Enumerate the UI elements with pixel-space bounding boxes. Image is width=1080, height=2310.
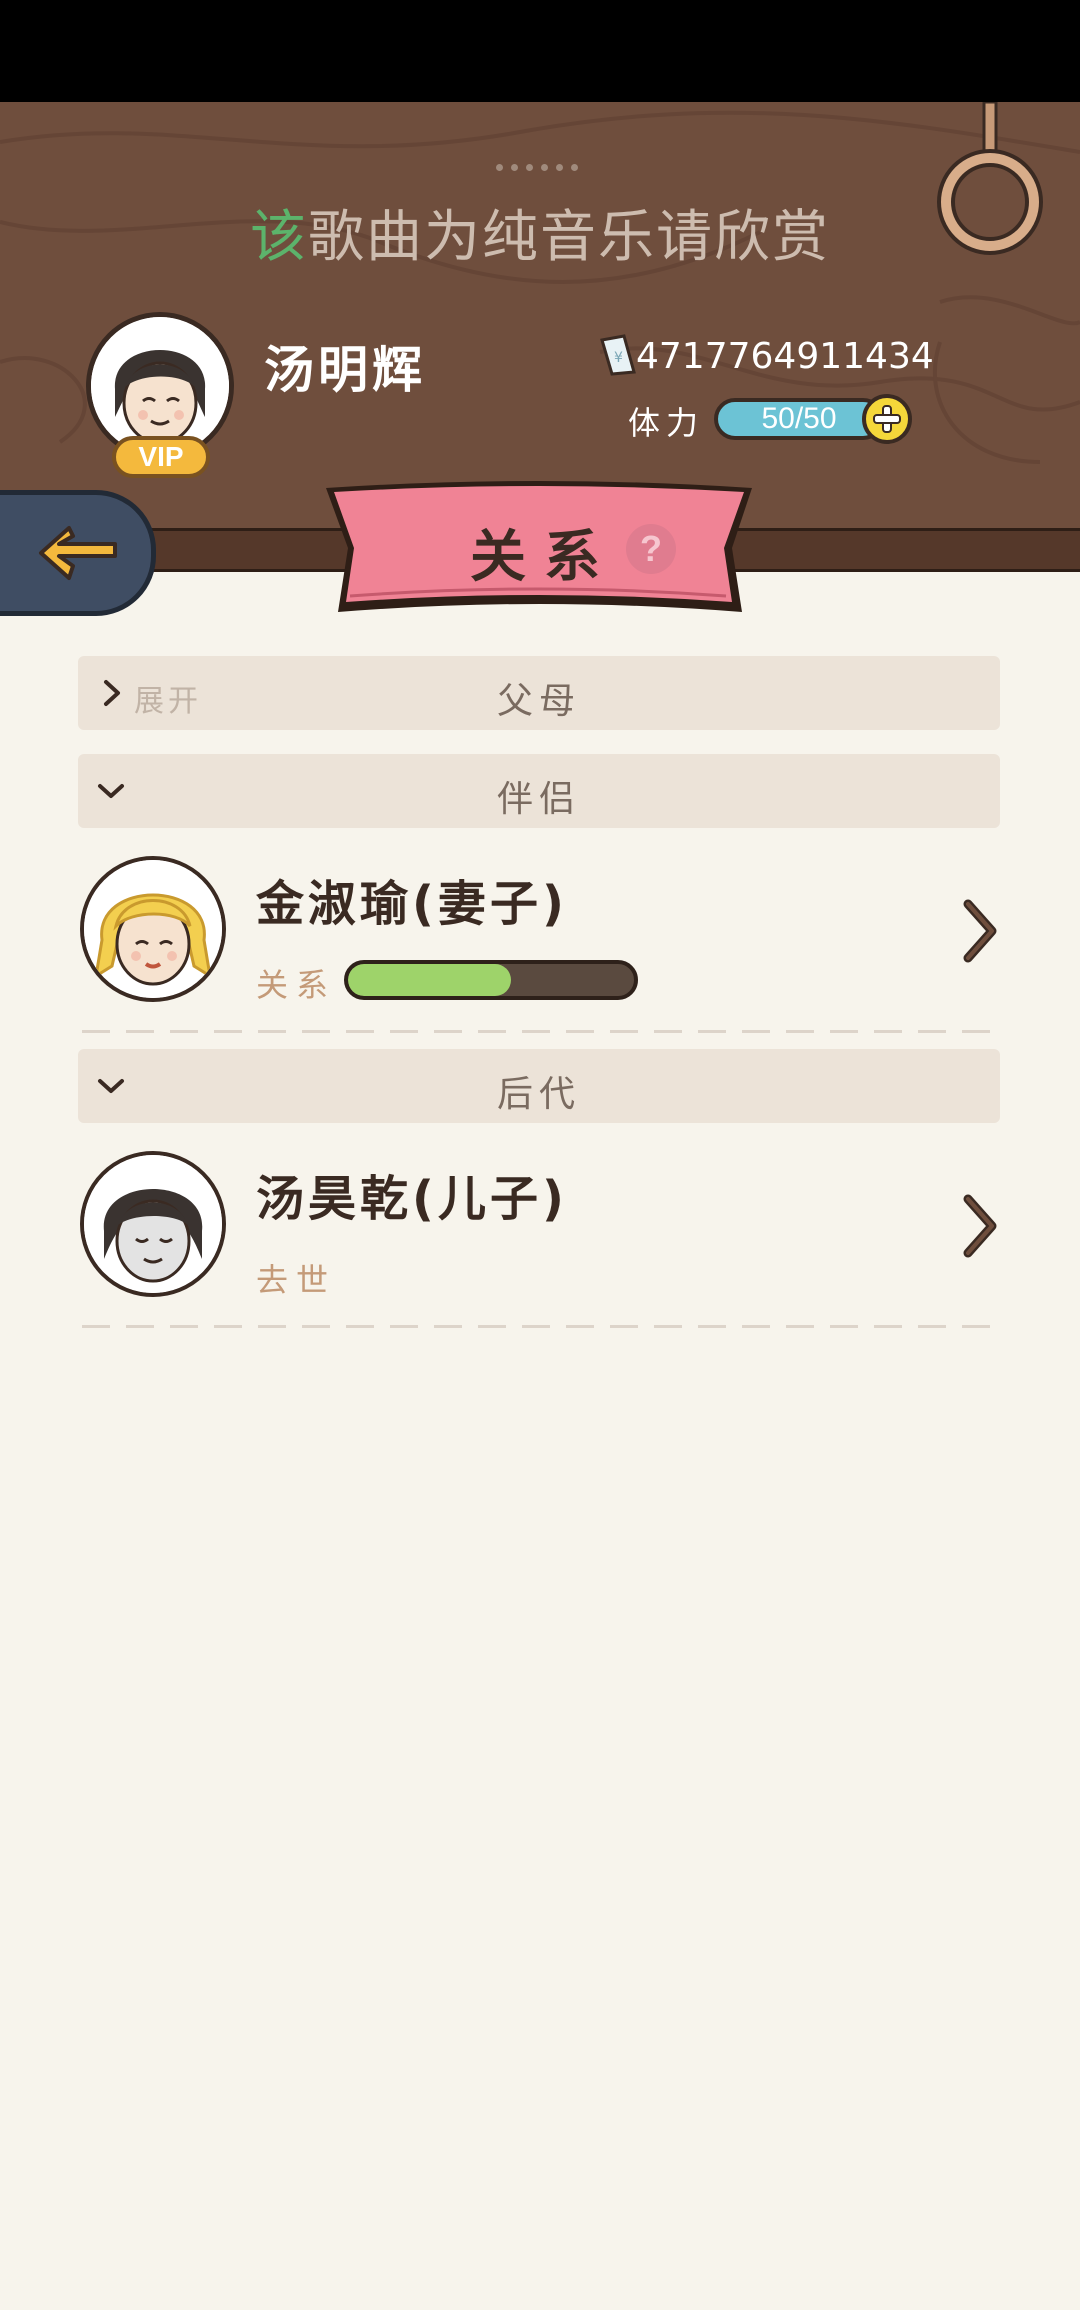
relation-progress-fill [348,964,512,996]
drag-handle[interactable] [496,164,586,174]
avatar [80,856,226,1002]
spouse-portrait [84,860,222,998]
player-name: 汤明辉 [264,341,426,399]
lyric-rest: 歌曲为纯音乐请欣赏 [308,205,830,270]
money-amount: 4717764911434 [636,336,934,377]
relation-label: 关系 [256,966,337,1004]
question-icon[interactable]: ? [626,524,676,574]
divider [82,1030,998,1033]
player-portrait [91,317,229,455]
back-button[interactable] [0,490,156,616]
stamina-bar: 50/50 [714,398,884,440]
list-item-son[interactable]: 汤昊乾(儿子) 去世 [78,1151,1000,1321]
back-arrow-icon [39,526,117,580]
list-item-spouse[interactable]: 金淑瑜(妻子) 关系 [78,856,1000,1026]
son-portrait [84,1155,222,1293]
status-label: 去世 [256,1261,337,1299]
lyric-text: 该歌曲为纯音乐请欣赏 [0,192,1080,273]
relation-progress-bar [344,960,638,1000]
section-descendants[interactable]: 后代 [78,1049,1000,1123]
svg-text:¥: ¥ [614,350,623,366]
stamina-label: 体力 [628,404,705,442]
chevron-right-icon [963,1194,997,1258]
divider [82,1325,998,1328]
section-title-parents: 父母 [496,681,581,722]
spouse-name: 金淑瑜(妻子) [256,876,568,932]
section-parents[interactable]: 展开 父母 [78,656,1000,730]
avatar [80,1151,226,1297]
chevron-right-icon [963,899,997,963]
section-title-partner: 伴侣 [496,779,581,820]
section-title-descendants: 后代 [496,1074,581,1115]
vip-badge: VIP [112,436,210,478]
status-bar [0,0,1080,102]
section-partner[interactable]: 伴侣 [78,754,1000,828]
lyric-highlight: 该 [250,205,308,270]
hanging-ring-icon[interactable] [936,102,1046,262]
page-title: 关系 [470,525,618,590]
son-name: 汤昊乾(儿子) [256,1171,568,1227]
stamina-add-button[interactable] [862,394,912,444]
money-note-icon: ¥ [600,334,636,376]
plus-icon [873,405,901,433]
